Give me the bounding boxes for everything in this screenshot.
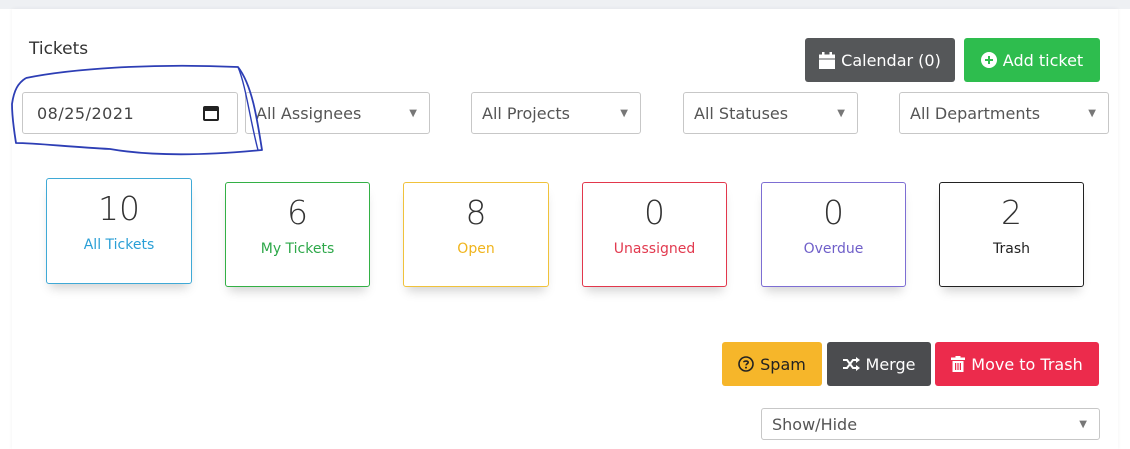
projects-select[interactable]: All Projects ▼ [471, 92, 641, 134]
shuffle-icon [842, 357, 860, 371]
chevron-down-icon: ▼ [620, 107, 628, 119]
stat-label: Unassigned [613, 241, 696, 257]
trash-icon [951, 356, 966, 372]
chevron-down-icon: ▼ [837, 107, 845, 119]
stat-card-unassigned[interactable]: 0 Unassigned [582, 182, 727, 287]
plus-circle-icon [980, 52, 997, 68]
stat-count: 0 [644, 193, 665, 232]
stat-card-all-tickets[interactable]: 10 All Tickets [46, 178, 192, 284]
stat-label: Open [457, 241, 495, 257]
date-input[interactable]: 08/25/2021 [22, 92, 238, 134]
stat-card-open[interactable]: 8 Open [403, 182, 549, 287]
calendar-picker-icon[interactable] [203, 105, 219, 121]
move-to-trash-button[interactable]: Move to Trash [935, 342, 1099, 386]
spam-button-label: Spam [760, 354, 806, 374]
departments-select-value: All Departments [910, 103, 1041, 123]
stat-count: 6 [287, 193, 308, 232]
page-title: Tickets [29, 39, 89, 59]
question-circle-icon [738, 356, 754, 372]
add-ticket-button[interactable]: Add ticket [964, 38, 1100, 82]
statuses-select[interactable]: All Statuses ▼ [683, 92, 858, 134]
chevron-down-icon: ▼ [1088, 107, 1096, 119]
stat-label: Trash [993, 241, 1030, 257]
add-ticket-button-label: Add ticket [1002, 50, 1084, 70]
stat-card-overdue[interactable]: 0 Overdue [761, 182, 906, 287]
stat-card-trash[interactable]: 2 Trash [939, 182, 1084, 287]
merge-button[interactable]: Merge [827, 342, 931, 386]
calendar-icon [819, 51, 836, 69]
stat-count: 0 [823, 193, 844, 232]
stat-label: My Tickets [260, 241, 335, 257]
chevron-down-icon: ▼ [1079, 418, 1087, 430]
show-hide-select[interactable]: Show/Hide ▼ [761, 408, 1100, 440]
calendar-button-label: Calendar (0) [841, 50, 941, 70]
assignees-select-value: All Assignees [256, 103, 362, 123]
date-input-value: 08/25/2021 [37, 103, 135, 123]
spam-button[interactable]: Spam [722, 342, 822, 386]
move-to-trash-button-label: Move to Trash [971, 354, 1083, 374]
statuses-select-value: All Statuses [694, 103, 789, 123]
top-band [0, 0, 1130, 9]
departments-select[interactable]: All Departments ▼ [899, 92, 1109, 134]
stat-label: Overdue [803, 241, 864, 257]
merge-button-label: Merge [865, 354, 916, 374]
stat-card-my-tickets[interactable]: 6 My Tickets [225, 182, 370, 287]
projects-select-value: All Projects [482, 103, 570, 123]
stat-count: 10 [98, 189, 140, 228]
chevron-down-icon: ▼ [409, 107, 417, 119]
assignees-select[interactable]: All Assignees ▼ [245, 92, 430, 134]
show-hide-select-value: Show/Hide [772, 414, 858, 434]
calendar-button[interactable]: Calendar (0) [805, 38, 955, 82]
stat-count: 8 [465, 193, 487, 232]
stat-count: 2 [1001, 193, 1022, 232]
stat-label: All Tickets [83, 237, 155, 253]
